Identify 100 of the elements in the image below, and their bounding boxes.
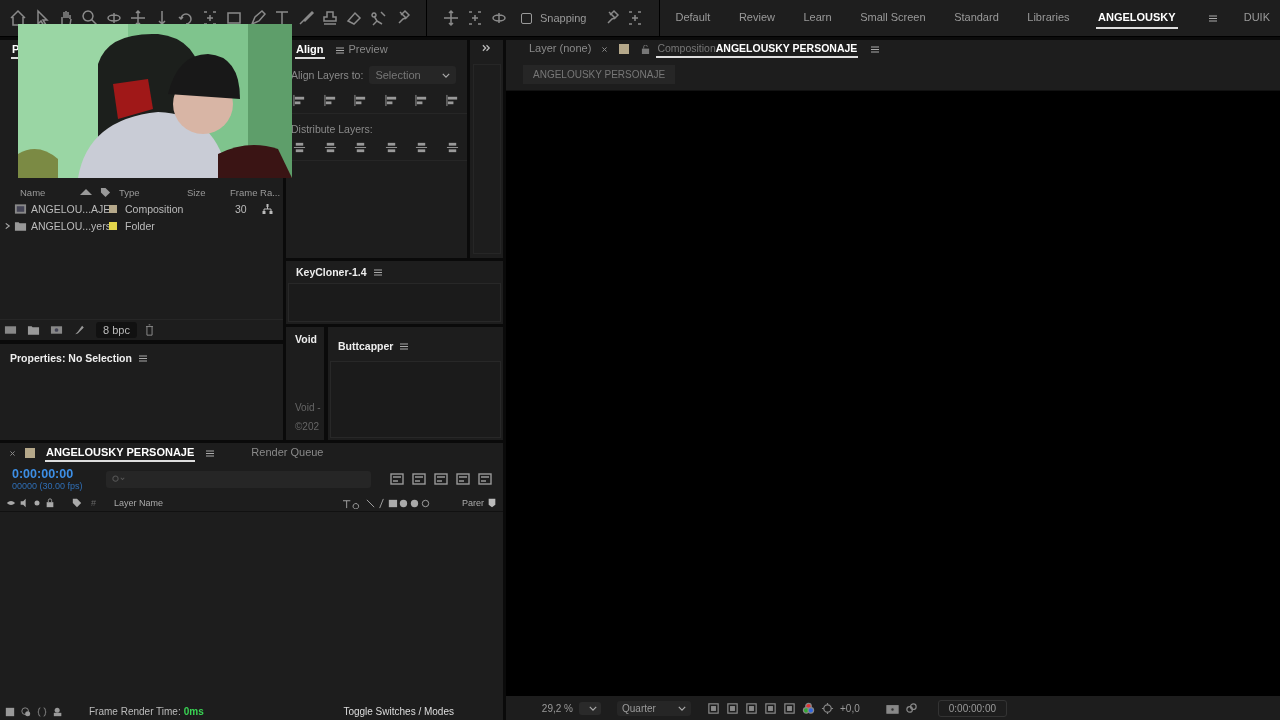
distribute-label: Distribute Layers: [291, 123, 374, 135]
bit-depth-button[interactable]: 8 bpc [96, 322, 137, 338]
home-icon[interactable] [9, 9, 27, 27]
column-header: # [91, 498, 97, 508]
person-icon[interactable] [53, 706, 63, 717]
menu-icon[interactable] [206, 449, 215, 457]
composition-icon[interactable] [5, 706, 15, 717]
workspace-tab[interactable]: Libraries [1025, 7, 1072, 29]
timecode[interactable]: 0:00:00:00 [937, 699, 1007, 717]
workspace-tab[interactable]: Standard [952, 7, 1001, 29]
breadcrumb-tab[interactable]: ANGELOUSKY PERSONAJE [523, 64, 676, 84]
panel-title[interactable]: KeyCloner-1.4 [296, 266, 367, 278]
panel-title[interactable]: Buttcapper [338, 340, 394, 352]
column-header[interactable]: Size [187, 186, 230, 198]
speaker-icon[interactable] [19, 498, 29, 508]
brush-icon[interactable] [297, 9, 315, 27]
panel-tab[interactable]: Preview [347, 41, 389, 59]
panel-title[interactable]: Properties: No Selection [10, 352, 132, 364]
lock-icon[interactable] [641, 44, 651, 54]
folder-icon[interactable] [27, 324, 40, 336]
snapping-checkbox[interactable] [521, 12, 532, 24]
panel-tab[interactable]: Align [295, 41, 325, 59]
move-icon[interactable] [129, 9, 147, 27]
composition-icon [14, 202, 27, 215]
close-icon[interactable] [10, 450, 15, 456]
workspace-tab[interactable]: Default [673, 7, 713, 29]
caret-icon [442, 72, 451, 78]
panel-title[interactable]: Void [295, 333, 324, 345]
braces-icon[interactable] [37, 706, 47, 717]
interpret-footage-icon[interactable] [4, 324, 17, 336]
sort-icon[interactable] [80, 189, 92, 195]
column-header[interactable]: Frame Ra... [230, 186, 281, 198]
label-icon[interactable] [100, 186, 111, 198]
workspace-tab[interactable]: Learn [801, 7, 834, 29]
exposure-icon[interactable] [821, 701, 834, 715]
render-time-label: Frame Render Time: [89, 706, 181, 717]
exposure-value[interactable]: +0,0 [840, 702, 860, 714]
composition-color-icon [619, 44, 630, 54]
toggle-switches-button[interactable]: Toggle Switches / Modes [343, 706, 454, 717]
rectangle-icon[interactable] [225, 9, 243, 27]
menu-icon[interactable] [335, 46, 344, 54]
color-channels-icon[interactable] [802, 701, 815, 715]
stamp-icon[interactable] [321, 9, 339, 27]
pen-icon[interactable] [249, 9, 267, 27]
expand-icon[interactable] [3, 221, 11, 230]
zoom-dropdown[interactable] [579, 701, 601, 715]
column-header: Parer [462, 498, 484, 508]
workspace-tab[interactable]: DUIK [1241, 7, 1272, 29]
frame-info: 00000 (30.00 fps) [12, 481, 84, 491]
panel-tab[interactable]: Render Queue [250, 444, 325, 462]
label-color[interactable] [109, 204, 117, 213]
lock-icon[interactable] [45, 498, 55, 508]
panel-tab[interactable]: ANGELOUSKY PERSONAJE [45, 444, 196, 462]
caret-icon [678, 705, 686, 711]
frame-rate: 30 [235, 202, 248, 215]
composition-icon[interactable] [50, 324, 63, 336]
viewer-tab[interactable]: Layer (none) [528, 40, 593, 58]
type-tool-icon[interactable] [273, 9, 291, 27]
caret-icon [589, 705, 597, 711]
column-header: Layer Name [114, 498, 165, 508]
axis-icon[interactable] [466, 9, 484, 27]
menu-icon[interactable] [138, 354, 147, 362]
item-name[interactable]: ANGELOU...yers [31, 219, 109, 232]
column-header[interactable]: Type [119, 186, 187, 198]
composition-color-icon [25, 448, 35, 458]
folder-icon [14, 219, 27, 232]
menu-icon[interactable] [373, 268, 382, 276]
align-to-dropdown[interactable]: Selection [369, 66, 457, 84]
viewer-tab[interactable]: CompositionANGELOUSKY PERSONAJE [656, 40, 859, 58]
workspace-tab[interactable]: Review [736, 7, 777, 29]
marker-icon[interactable] [487, 498, 497, 508]
search-icon [112, 474, 126, 484]
close-icon[interactable] [602, 46, 608, 52]
zoom-value[interactable]: 29,2 % [531, 702, 573, 714]
label-color[interactable] [109, 221, 117, 230]
column-header[interactable]: Name [20, 186, 80, 198]
menu-icon[interactable] [1209, 14, 1218, 22]
axis-icon[interactable] [442, 9, 460, 27]
label-icon[interactable] [72, 498, 82, 508]
snapshot-icon[interactable] [904, 701, 918, 715]
workspace-tab[interactable]: Small Screen [858, 7, 928, 29]
search-icon[interactable] [81, 9, 99, 27]
void-text: ©202 [295, 420, 321, 434]
layers-icon[interactable] [21, 706, 31, 717]
eye-icon[interactable] [6, 498, 16, 508]
workspace-tab[interactable]: ANGELOUSKY [1096, 7, 1178, 29]
item-name[interactable]: ANGELOU...AJE [31, 202, 109, 215]
item-type: Composition [125, 202, 185, 215]
menu-icon[interactable] [400, 342, 409, 350]
anchor-point-icon[interactable] [201, 9, 219, 27]
search-field[interactable] [106, 470, 371, 488]
solo-icon[interactable] [32, 498, 42, 508]
expand-panels-icon[interactable] [482, 44, 491, 52]
render-time-value: 0ms [183, 706, 204, 717]
eraser-icon[interactable] [345, 9, 363, 27]
resolution-dropdown[interactable]: Quarter [617, 700, 691, 716]
void-text: Void - [295, 401, 322, 415]
menu-icon[interactable] [871, 45, 880, 53]
align-to-label: Align Layers to: [291, 69, 364, 81]
timecode[interactable]: 0:00:00:00 [12, 467, 100, 481]
